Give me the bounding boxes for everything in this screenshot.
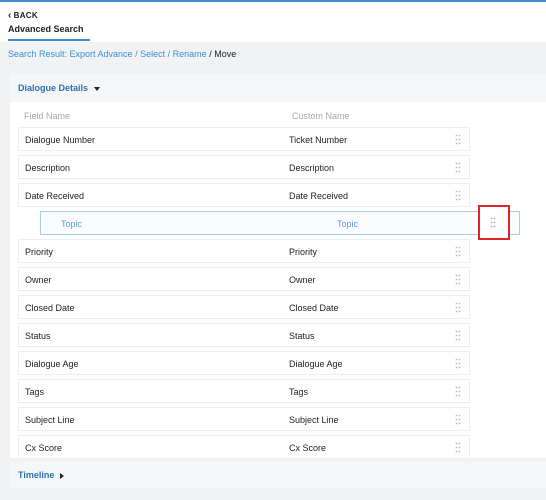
drag-handle-icon[interactable] [455,162,461,173]
drag-handle-icon[interactable] [455,442,461,453]
field-name: Dialogue Age [25,359,79,369]
breadcrumb-item-export[interactable]: Search Result: Export Advance [8,49,133,59]
custom-name: Owner [289,275,316,285]
field-name: Topic [61,219,83,229]
timeline-toggle[interactable]: Timeline [18,470,65,480]
drag-handle-icon[interactable] [455,274,461,285]
field-name: Tags [25,387,45,397]
drag-handle-icon[interactable] [455,302,461,313]
custom-name: Priority [289,247,318,257]
field-row-priority[interactable]: Priority Priority [18,239,470,263]
field-name: Owner [25,275,52,285]
field-name: Date Received [25,191,85,201]
field-row-cx-score[interactable]: Cx Score Cx Score [18,435,470,458]
dialogue-details-panel: Dialogue Details Field Name Custom Name … [10,74,546,458]
field-name: Description [25,163,71,173]
drag-handle-icon[interactable] [455,386,461,397]
column-header-field-name: Field Name [24,111,71,121]
timeline-header[interactable]: Timeline [10,462,546,488]
custom-name: Ticket Number [289,135,348,145]
dialogue-details-toggle[interactable]: Dialogue Details [18,83,101,93]
field-row-owner[interactable]: Owner Owner [18,267,470,291]
field-row-description[interactable]: Description Description [18,155,470,179]
custom-name: Status [289,331,315,341]
timeline-title: Timeline [18,470,55,480]
field-row-subject-line[interactable]: Subject Line Subject Line [18,407,470,431]
custom-name: Tags [289,387,309,397]
dragged-handle-highlight[interactable] [478,205,510,240]
field-row-closed-date[interactable]: Closed Date Closed Date [18,295,470,319]
tab-advanced-search[interactable]: Advanced Search [8,24,90,41]
dialogue-details-title: Dialogue Details [18,83,89,93]
field-row-topic-dragging[interactable]: Topic Topic [40,211,520,235]
drag-handle-icon[interactable] [455,134,461,145]
field-name: Cx Score [25,443,63,453]
drag-handle-icon[interactable] [455,246,461,257]
column-header-custom-name: Custom Name [292,111,350,121]
caret-right-icon [60,472,65,479]
back-button[interactable]: ‹ BACK [8,10,38,21]
drag-handle-icon[interactable] [455,190,461,201]
custom-name: Date Received [289,191,349,201]
breadcrumb-current: Move [214,49,237,59]
drag-handle-icon[interactable] [455,358,461,369]
field-name: Status [25,331,51,341]
custom-name: Closed Date [289,303,339,313]
drag-handle-icon[interactable] [455,330,461,341]
field-row-date-received[interactable]: Date Received Date Received [18,183,470,207]
breadcrumb-item-select[interactable]: Select [140,49,165,59]
drag-handle-icon[interactable] [455,414,461,425]
breadcrumb-item-rename[interactable]: Rename [173,49,207,59]
custom-name: Dialogue Age [289,359,343,369]
custom-name: Subject Line [289,415,339,425]
field-name: Priority [25,247,54,257]
breadcrumb: Search Result: Export Advance / Select /… [8,49,236,59]
custom-name: Description [289,163,335,173]
field-row-tags[interactable]: Tags Tags [18,379,470,403]
back-label: BACK [13,11,38,20]
dialogue-details-header[interactable]: Dialogue Details [10,74,546,102]
chevron-left-icon: ‹ [8,10,12,21]
field-name: Closed Date [25,303,75,313]
field-name: Subject Line [25,415,75,425]
custom-name: Topic [337,219,359,229]
custom-name: Cx Score [289,443,327,453]
drag-handle-icon[interactable] [490,217,496,228]
field-row-status[interactable]: Status Status [18,323,470,347]
field-row-dialogue-age[interactable]: Dialogue Age Dialogue Age [18,351,470,375]
field-name: Dialogue Number [25,135,96,145]
header: ‹ BACK Advanced Search [0,2,546,42]
field-row-dialogue-number[interactable]: Dialogue Number Ticket Number [18,127,470,151]
caret-down-icon [94,86,101,91]
